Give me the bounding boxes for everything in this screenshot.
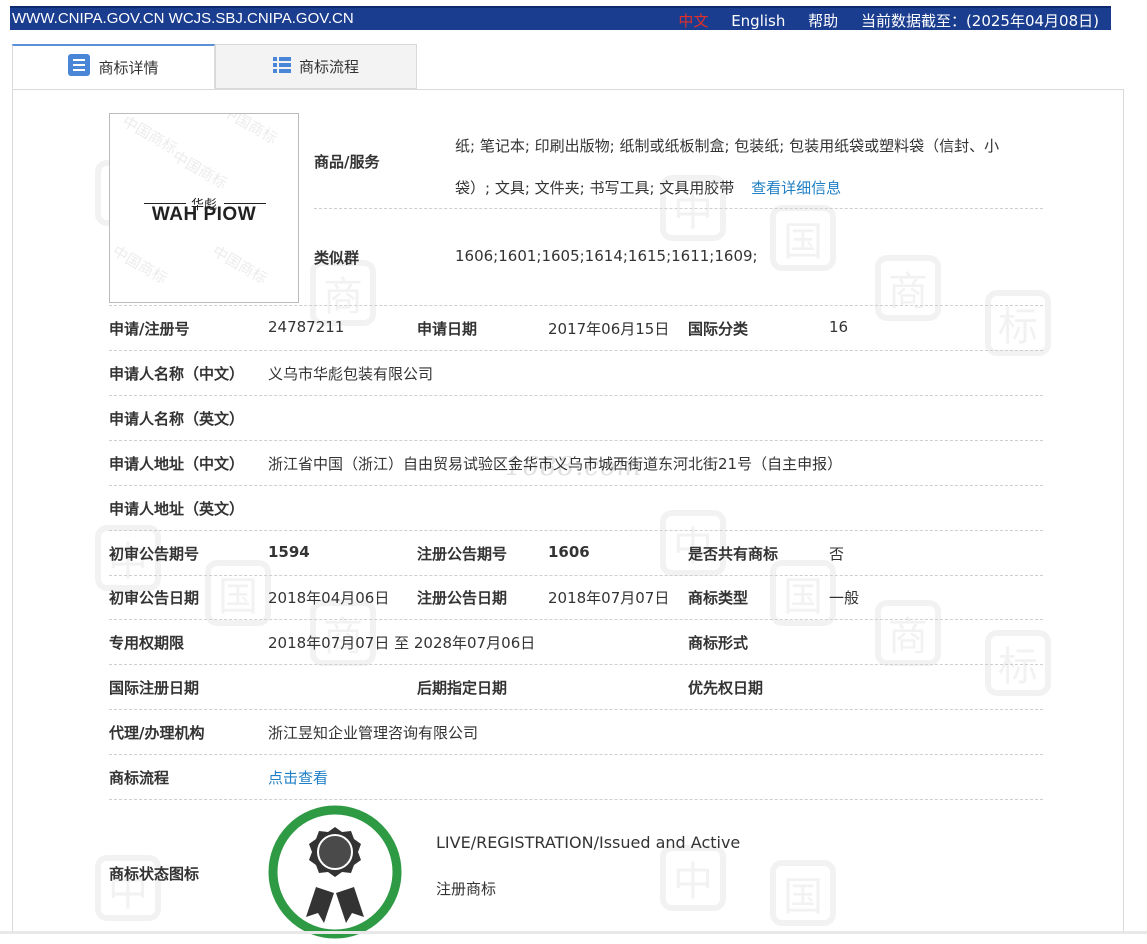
shared-label: 是否共有商标 — [688, 545, 779, 563]
lang-en-link[interactable]: English — [731, 12, 785, 30]
similar-groups-value: 1606;1601;1605;1614;1615;1611;1609; — [455, 247, 758, 265]
divider — [109, 440, 1043, 441]
goods-text: 纸; 笔记本; 印刷出版物; 纸制或纸板制盒; 包装纸; 包装用纸袋或塑料袋（信… — [455, 137, 1000, 197]
logo-en-text: WAH PIOW — [151, 204, 257, 225]
prelim-issue-label: 初审公告期号 — [109, 545, 200, 563]
reg-no-label: 申请/注册号 — [109, 320, 190, 338]
prelim-date-value: 2018年04月06日 — [268, 589, 390, 607]
applicant-zh-value: 义乌市华彪包装有限公司 — [268, 365, 434, 383]
prelim-date-label: 初审公告日期 — [109, 589, 200, 607]
view-process-link[interactable]: 点击查看 — [268, 767, 328, 788]
lang-zh-link[interactable]: 中文 — [678, 12, 708, 30]
reg-no-value: 24787211 — [268, 318, 345, 336]
divider — [109, 530, 1043, 531]
tab-trademark-details[interactable]: 商标详情 — [12, 44, 215, 89]
divider — [109, 575, 1043, 576]
divider — [109, 664, 1043, 665]
tm-type-label: 商标类型 — [688, 589, 749, 607]
reg-date-label: 注册公告日期 — [417, 589, 508, 607]
bg-watermark-char: 商 — [875, 255, 941, 321]
tab-label: 商标详情 — [98, 58, 159, 77]
exclusive-period-label: 专用权期限 — [109, 634, 185, 652]
tm-type-value: 一般 — [829, 589, 860, 607]
bg-watermark-char: 国 — [770, 860, 836, 926]
tab-trademark-process[interactable]: 商标流程 — [215, 44, 417, 89]
exclusive-period-value: 2018年07月07日 至 2028年07月06日 — [268, 634, 536, 652]
site-domains: WWW.CNIPA.GOV.CN WCJS.SBJ.CNIPA.GOV.CN — [12, 10, 354, 27]
later-designation-label: 后期指定日期 — [417, 679, 508, 697]
divider — [109, 485, 1043, 486]
applicant-en-label: 申请人名称（英文） — [109, 410, 245, 428]
bg-watermark-char: 国 — [770, 560, 836, 626]
grid-list-icon — [272, 56, 291, 78]
intl-class-label: 国际分类 — [688, 320, 749, 338]
divider — [109, 350, 1043, 351]
image-watermark: 中国商标 — [219, 113, 281, 148]
document-list-icon — [68, 54, 91, 80]
reg-issue-label: 注册公告期号 — [417, 545, 508, 563]
bg-watermark-char: 商 — [875, 600, 941, 666]
applicant-zh-label: 申请人名称（中文） — [109, 365, 245, 383]
intl-reg-date-label: 国际注册日期 — [109, 679, 200, 697]
bg-watermark-char: 国 — [205, 560, 271, 626]
divider — [109, 395, 1043, 396]
divider — [109, 754, 1043, 755]
bg-watermark-char: 国 — [770, 205, 836, 271]
divider — [109, 305, 1043, 306]
process-label: 商标流程 — [109, 769, 170, 787]
bg-watermark-char: 标 — [985, 290, 1051, 356]
image-watermark: 中国商标 — [209, 242, 271, 288]
app-date-label: 申请日期 — [417, 320, 478, 338]
agent-value: 浙江昱知企业管理咨询有限公司 — [268, 724, 479, 742]
header-links: 中文 English 帮助 当前数据截至：(2025年04月08日) — [678, 10, 1099, 31]
data-date: 当前数据截至：(2025年04月08日) — [860, 12, 1099, 30]
image-watermark: 中国商标 — [109, 242, 171, 288]
goods-label: 商品/服务 — [314, 153, 380, 171]
top-header-bar: WWW.CNIPA.GOV.CN WCJS.SBJ.CNIPA.GOV.CN 中… — [10, 6, 1111, 30]
registered-status-badge-icon — [268, 805, 403, 940]
app-date-value: 2017年06月15日 — [548, 320, 670, 338]
prelim-issue-value: 1594 — [268, 543, 310, 561]
bg-watermark-char: 标 — [985, 630, 1051, 696]
status-zh-value: 注册商标 — [436, 880, 497, 898]
shared-value: 否 — [829, 545, 845, 563]
site-watermark: 1688.com — [505, 452, 643, 482]
image-watermark: 中国商标 — [119, 113, 181, 158]
reg-issue-value: 1606 — [548, 543, 590, 561]
reg-date-value: 2018年07月07日 — [548, 589, 670, 607]
divider — [109, 799, 1043, 800]
image-watermark: 中国商标 — [169, 147, 231, 193]
address-en-label: 申请人地址（英文） — [109, 500, 245, 518]
status-en-value: LIVE/REGISTRATION/Issued and Active — [436, 833, 741, 852]
intl-class-value: 16 — [829, 318, 849, 336]
similar-groups-label: 类似群 — [314, 249, 360, 267]
tab-label: 商标流程 — [298, 58, 359, 76]
divider — [109, 709, 1043, 710]
priority-date-label: 优先权日期 — [688, 679, 764, 697]
status-label: 商标状态图标 — [109, 865, 200, 883]
divider — [314, 208, 1043, 209]
tm-form-label: 商标形式 — [688, 634, 749, 652]
view-details-link[interactable]: 查看详细信息 — [751, 179, 841, 197]
help-link[interactable]: 帮助 — [808, 12, 838, 30]
trademark-image: 中国商标 中国商标 中国商标 中国商标 中国商标 华彪 WAH PIOW — [109, 113, 299, 303]
bg-watermark-char: 中 — [660, 845, 726, 911]
agent-label: 代理/办理机构 — [109, 724, 205, 742]
address-zh-label: 申请人地址（中文） — [109, 455, 245, 473]
divider — [109, 619, 1043, 620]
bg-watermark-char: 商 — [310, 260, 376, 326]
goods-value: 纸; 笔记本; 印刷出版物; 纸制或纸板制盒; 包装纸; 包装用纸袋或塑料袋（信… — [455, 125, 1030, 209]
